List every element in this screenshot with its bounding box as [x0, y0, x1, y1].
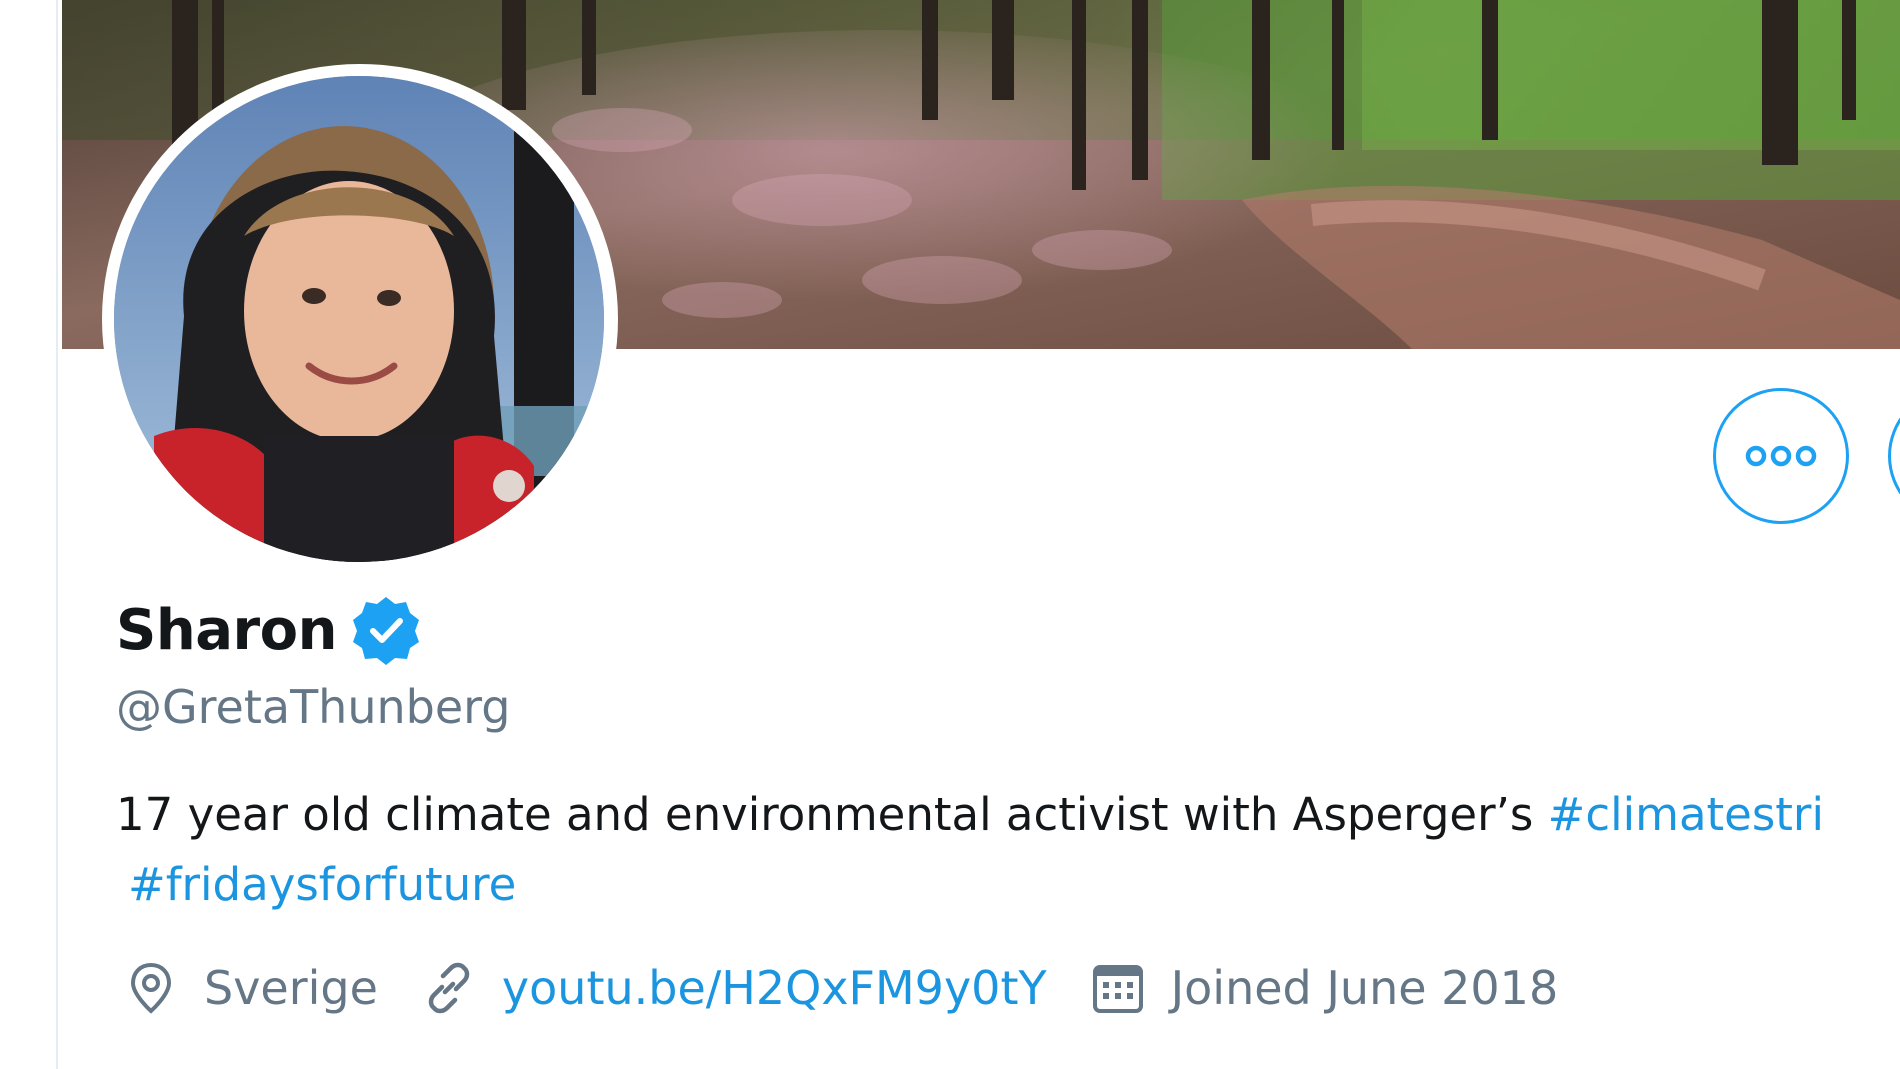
location-text: Sverige	[204, 961, 378, 1015]
calendar-icon	[1092, 965, 1143, 1013]
profile-website[interactable]: youtu.be/H2QxFM9y0tY	[418, 957, 1047, 1019]
follow-button[interactable]	[1888, 388, 1900, 524]
display-name-row: Sharon	[116, 592, 423, 668]
website-link[interactable]: youtu.be/H2QxFM9y0tY	[502, 961, 1047, 1015]
more-dots-icon	[1745, 445, 1817, 467]
joined-text: Joined June 2018	[1170, 961, 1559, 1015]
profile-meta-row: Sverige youtu.be/H2QxFM9y0tY Joined June…	[120, 952, 1598, 1024]
user-handle: @GretaThunberg	[116, 680, 511, 734]
bio-hashtag-fridaysforfuture[interactable]: #fridaysforfuture	[128, 858, 516, 911]
avatar[interactable]	[114, 76, 604, 562]
bio-hashtag-climatestrike[interactable]: #climatestri	[1548, 788, 1824, 841]
location-pin-icon	[130, 962, 172, 1014]
link-icon	[428, 962, 470, 1014]
profile-location: Sverige	[120, 957, 378, 1019]
more-actions-button[interactable]	[1713, 388, 1849, 524]
column-divider	[56, 0, 58, 1069]
profile-page: Sharon @GretaThunberg 17 year old climat…	[0, 0, 1900, 1069]
profile-joined-date: Joined June 2018	[1087, 957, 1559, 1019]
profile-bio: 17 year old climate and environmental ac…	[116, 780, 1900, 920]
bio-text: 17 year old climate and environmental ac…	[116, 788, 1548, 841]
display-name: Sharon	[116, 597, 337, 663]
verified-badge-icon	[352, 597, 419, 665]
